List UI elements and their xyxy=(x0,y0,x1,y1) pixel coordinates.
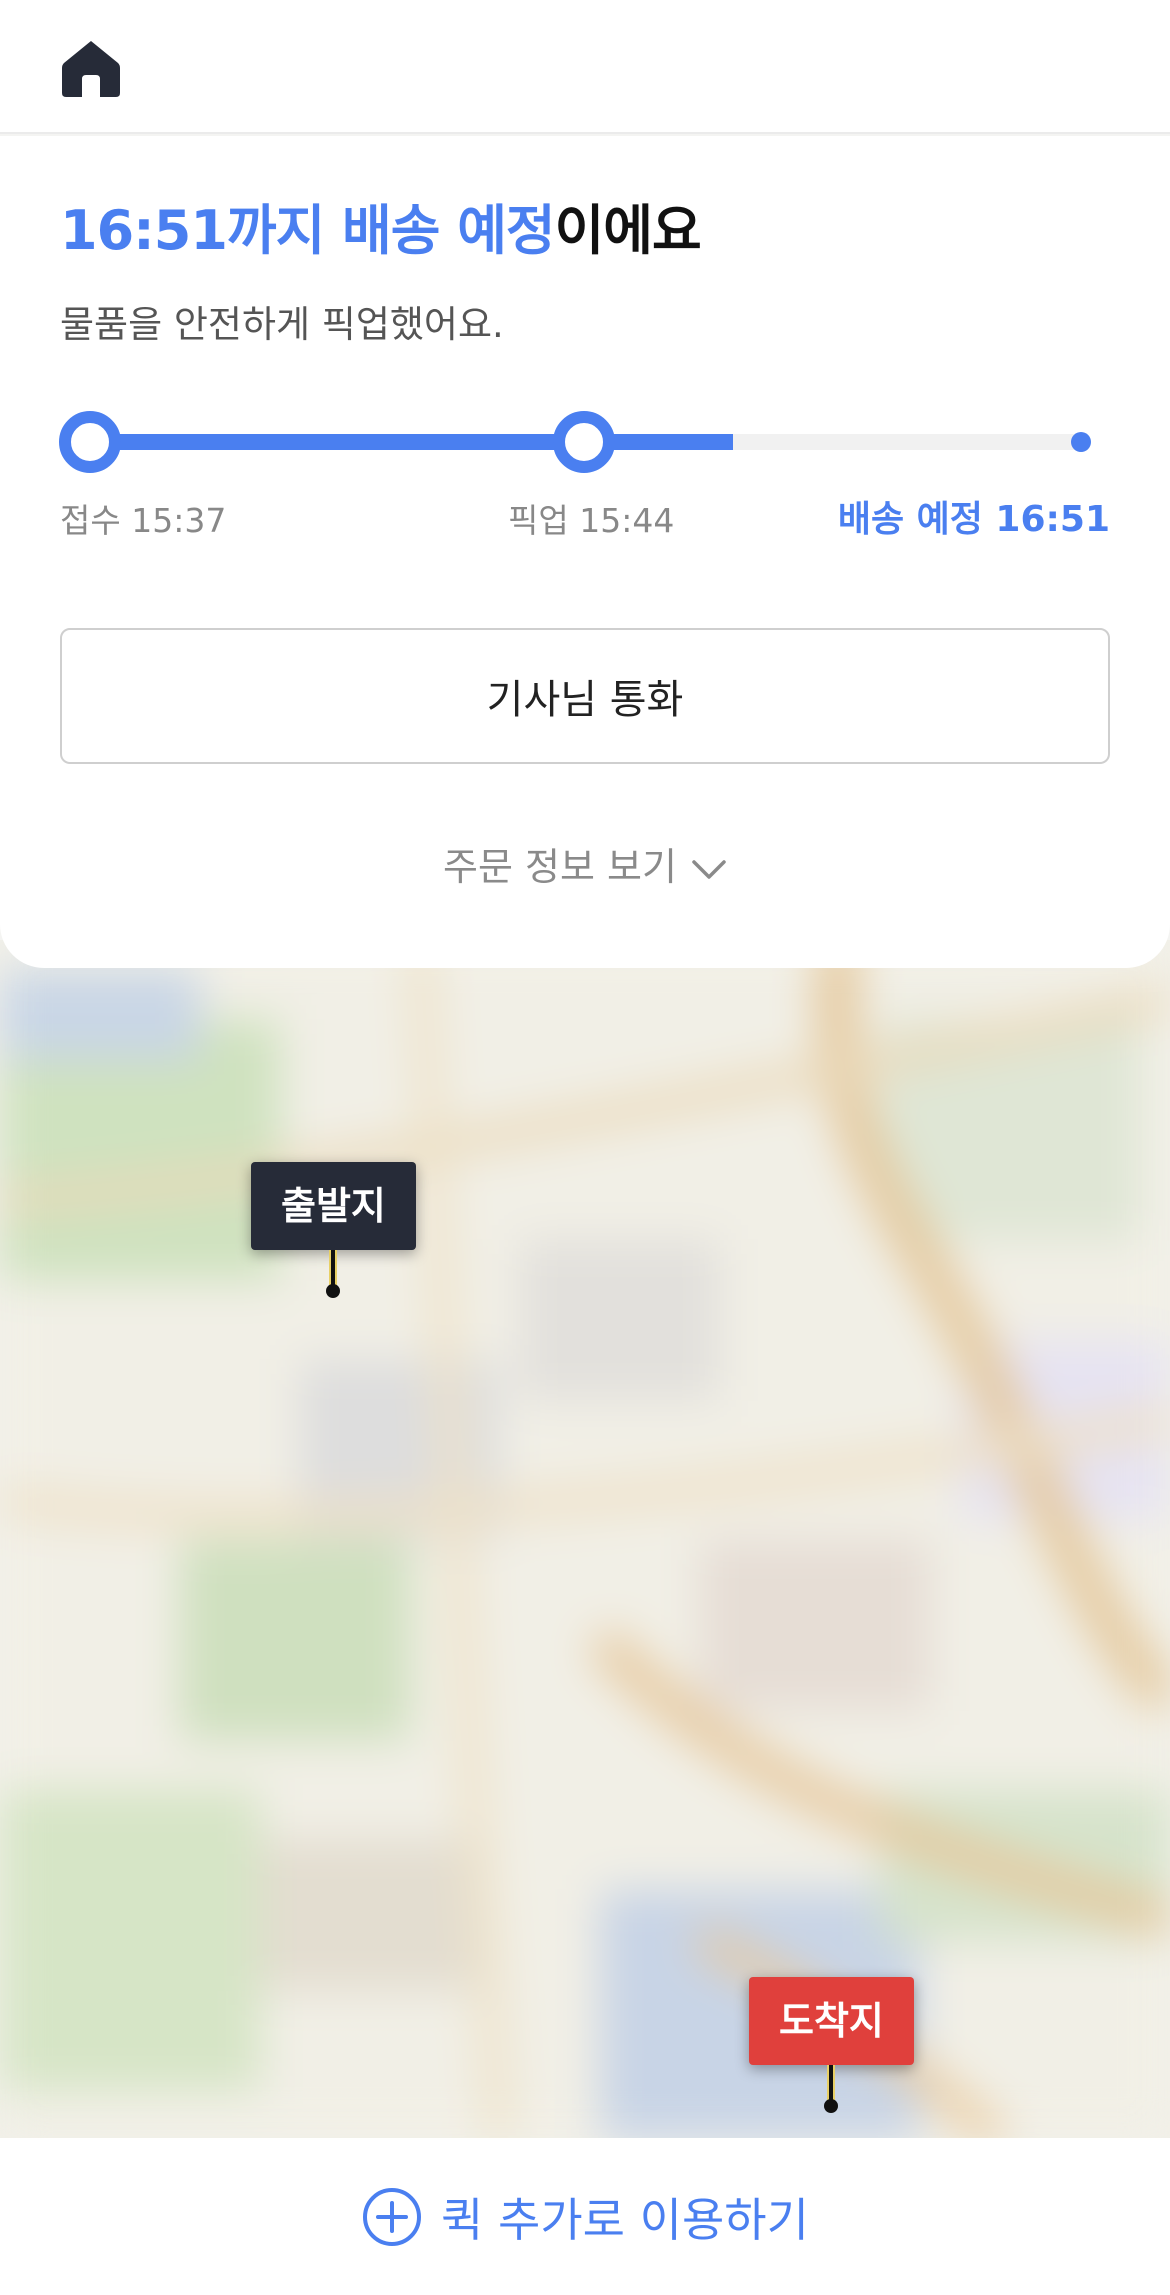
route-map[interactable]: 출발지 도착지 xyxy=(0,940,1170,2140)
end-marker-label: 도착지 xyxy=(749,1977,914,2065)
eta-highlight: 16:51까지 배송 예정 xyxy=(60,199,556,262)
end-marker-dot xyxy=(824,2099,839,2113)
bottom-action-bar: 퀵 추가로 이용하기 xyxy=(0,2138,1170,2295)
end-marker[interactable]: 도착지 xyxy=(749,1977,914,2113)
step-label-received: 접수 15:37 xyxy=(60,501,227,540)
step-node-delivery xyxy=(1071,432,1091,452)
eta-headline-rest: 이에요 xyxy=(554,199,702,262)
progress-fill xyxy=(88,434,733,450)
start-marker-dot xyxy=(326,1284,341,1298)
plus-circle-icon xyxy=(363,2187,422,2246)
call-driver-button[interactable]: 기사님 통화 xyxy=(60,628,1110,764)
home-icon xyxy=(62,41,120,97)
delivery-status-card: 16:51까지 배송 예정이에요 물품을 안전하게 픽업했어요. 접수 15:3… xyxy=(0,136,1170,968)
start-marker-label: 출발지 xyxy=(251,1162,416,1250)
eta-headline: 16:51까지 배송 예정이에요 xyxy=(60,186,702,265)
step-label-delivery: 배송 예정 16:51 xyxy=(837,499,1110,540)
top-bar xyxy=(0,0,1170,134)
home-button[interactable] xyxy=(56,36,126,102)
order-info-toggle[interactable]: 주문 정보 보기 xyxy=(0,836,1170,891)
chevron-down-icon xyxy=(692,859,726,879)
start-marker[interactable]: 출발지 xyxy=(251,1162,416,1298)
step-node-received xyxy=(59,411,121,473)
step-node-pickup xyxy=(553,411,615,473)
order-info-label: 주문 정보 보기 xyxy=(443,845,677,889)
step-label-pickup: 픽업 15:44 xyxy=(508,501,675,540)
quick-add-button[interactable]: 퀵 추가로 이용하기 xyxy=(361,2184,809,2250)
quick-add-label: 퀵 추가로 이용하기 xyxy=(441,2192,809,2247)
status-message: 물품을 안전하게 픽업했어요. xyxy=(60,303,504,346)
